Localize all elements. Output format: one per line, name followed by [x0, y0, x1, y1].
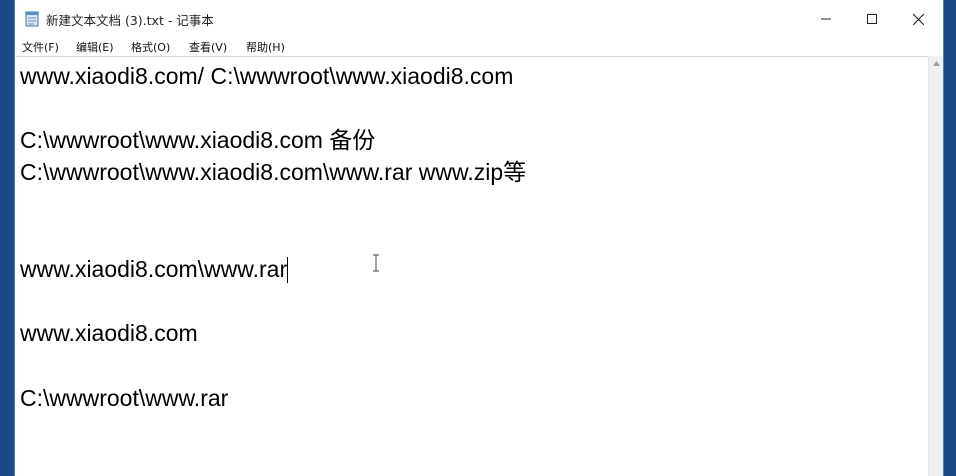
maximize-button[interactable] — [849, 0, 895, 38]
text-line: C:\wwwroot\www.rar — [20, 385, 229, 411]
text-line-with-caret: www.xiaodi8.com\www.rar — [20, 255, 289, 283]
scroll-up-button[interactable] — [929, 56, 943, 71]
notepad-window: 新建文本文档 (3).txt - 记事本 文件(F) 编辑(E) 格式(O) 查… — [14, 0, 944, 476]
maximize-icon — [867, 14, 877, 24]
text-line: www.xiaodi8.com — [20, 320, 198, 346]
menu-bar: 文件(F) 编辑(E) 格式(O) 查看(V) 帮助(H) — [15, 38, 943, 56]
minimize-button[interactable] — [803, 0, 849, 38]
text-line: C:\wwwroot\www.xiaodi8.com 备份 — [20, 127, 376, 153]
chevron-up-icon — [932, 61, 940, 66]
title-bar[interactable]: 新建文本文档 (3).txt - 记事本 — [15, 0, 943, 38]
minimize-icon — [821, 18, 831, 20]
window-title: 新建文本文档 (3).txt - 记事本 — [46, 13, 214, 28]
text-line: www.xiaodi8.com/ C:\wwwroot\www.xiaodi8.… — [20, 63, 514, 89]
menu-edit[interactable]: 编辑(E) — [76, 39, 114, 55]
menu-format[interactable]: 格式(O) — [131, 39, 170, 55]
menu-view[interactable]: 查看(V) — [189, 39, 227, 55]
text-caret — [287, 257, 289, 283]
text-editor[interactable]: www.xiaodi8.com/ C:\wwwroot\www.xiaodi8.… — [16, 56, 929, 476]
menu-help[interactable]: 帮助(H) — [246, 39, 285, 55]
notepad-icon — [25, 11, 39, 27]
text-line: C:\wwwroot\www.xiaodi8.com\www.rar www.z… — [20, 159, 527, 185]
vertical-scrollbar[interactable] — [928, 56, 943, 476]
menu-file[interactable]: 文件(F) — [22, 39, 59, 55]
close-icon — [912, 13, 924, 25]
text-line: www.xiaodi8.com\www.rar — [20, 256, 288, 282]
ibeam-cursor-icon — [373, 254, 379, 272]
close-button[interactable] — [895, 0, 941, 38]
